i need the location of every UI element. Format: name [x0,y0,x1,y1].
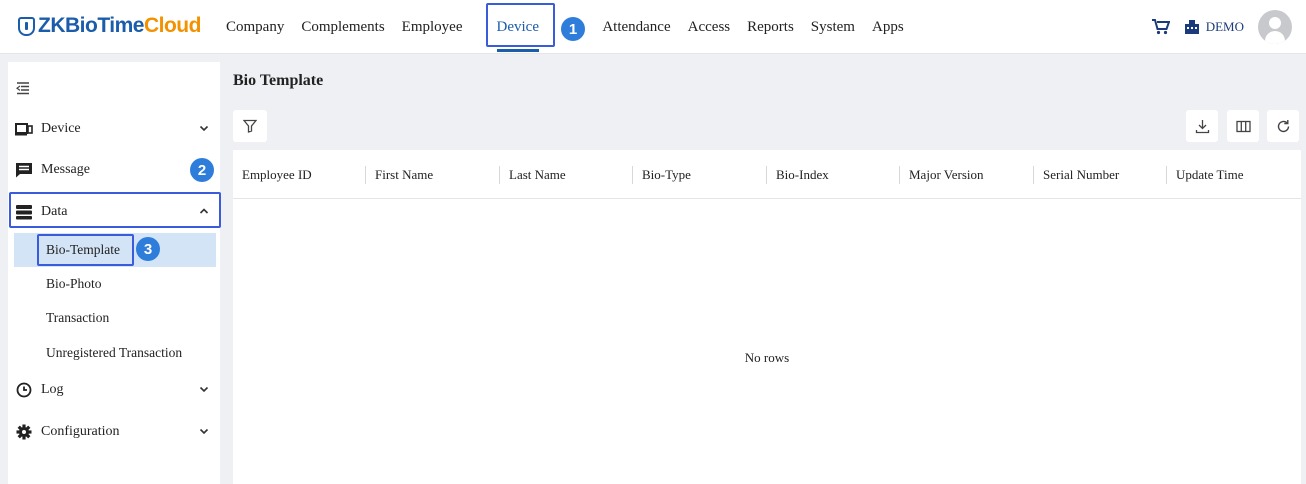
annotation-highlight-bio-template [37,234,134,266]
sidebar-item-device-label: Device [41,121,81,136]
sidebar-item-configuration-label: Configuration [41,424,120,439]
clock-icon [16,382,32,398]
refresh-button[interactable] [1267,110,1299,142]
annotation-highlight-device-tab [486,3,555,47]
nav-employee[interactable]: Employee [402,19,463,36]
chevron-down-icon [199,386,209,393]
column-header-employee-id[interactable]: Employee ID [233,150,366,199]
collapse-sidebar-icon[interactable] [16,82,30,96]
download-icon [1195,119,1209,133]
nav-access[interactable]: Access [688,19,730,36]
columns-icon [1235,120,1251,132]
chevron-down-icon [199,428,209,435]
app-logo[interactable]: ZKBio Time Cloud [18,12,201,40]
column-header-major-version[interactable]: Major Version [900,150,1034,199]
logo-text-middle: Time [97,14,144,37]
column-header-serial-number[interactable]: Serial Number [1034,150,1167,199]
sidebar-item-message[interactable]: Message [8,150,220,190]
export-button[interactable] [1186,110,1218,142]
gear-icon [16,424,32,440]
chevron-down-icon [199,125,209,132]
nav-reports[interactable]: Reports [747,19,794,36]
column-header-first-name[interactable]: First Name [366,150,500,199]
user-avatar[interactable] [1258,10,1292,44]
sidebar-item-device[interactable]: Device [8,109,220,149]
column-header-update-time[interactable]: Update Time [1167,150,1301,199]
logo-text-suffix: Cloud [143,14,201,37]
sidebar-subitem-bio-photo[interactable]: Bio-Photo [14,267,216,301]
refresh-icon [1277,119,1289,132]
column-header-bio-index[interactable]: Bio-Index [767,150,900,199]
columns-button[interactable] [1227,110,1259,142]
sidebar-item-log[interactable]: Log [8,370,220,410]
filter-button[interactable] [233,110,267,142]
nav-system[interactable]: System [811,19,855,36]
column-header-last-name[interactable]: Last Name [500,150,633,199]
annotation-badge-1: 1 [561,17,585,41]
sidebar-subitem-unregistered-transaction[interactable]: Unregistered Transaction [14,336,216,370]
table-header: Employee ID First Name Last Name Bio-Typ… [233,150,1301,199]
message-icon [16,163,32,178]
annotation-highlight-data-item [9,192,221,228]
empty-table-message: No rows [744,350,790,365]
page-title: Bio Template [233,72,324,89]
device-icon [15,123,33,136]
annotation-badge-2: 2 [190,158,214,182]
sidebar-item-log-label: Log [41,382,64,397]
sidebar-subitem-transaction[interactable]: Transaction [14,301,216,335]
bio-template-table: Employee ID First Name Last Name Bio-Typ… [233,150,1301,484]
cart-icon[interactable] [1151,19,1170,35]
logo-text-prefix: ZKBio [38,14,98,37]
sidebar-item-configuration[interactable]: Configuration [8,412,220,452]
nav-company[interactable]: Company [226,19,284,36]
column-header-bio-type[interactable]: Bio-Type [633,150,767,199]
top-right-actions: DEMO [1151,10,1292,44]
nav-attendance[interactable]: Attendance [602,19,670,36]
sidebar: Device Message Data Bio-Template Bio-Pho… [8,62,220,484]
sidebar-item-message-label: Message [41,162,90,177]
annotation-badge-3: 3 [136,237,160,261]
shield-logo-icon [18,16,35,36]
top-navigation-bar: ZKBio Time Cloud Company Complements Emplo… [0,0,1306,54]
filter-icon [243,119,257,133]
nav-complements[interactable]: Complements [301,19,384,36]
nav-apps[interactable]: Apps [872,19,904,36]
organization-icon [1184,20,1199,34]
organization-name[interactable]: DEMO [1206,19,1244,35]
